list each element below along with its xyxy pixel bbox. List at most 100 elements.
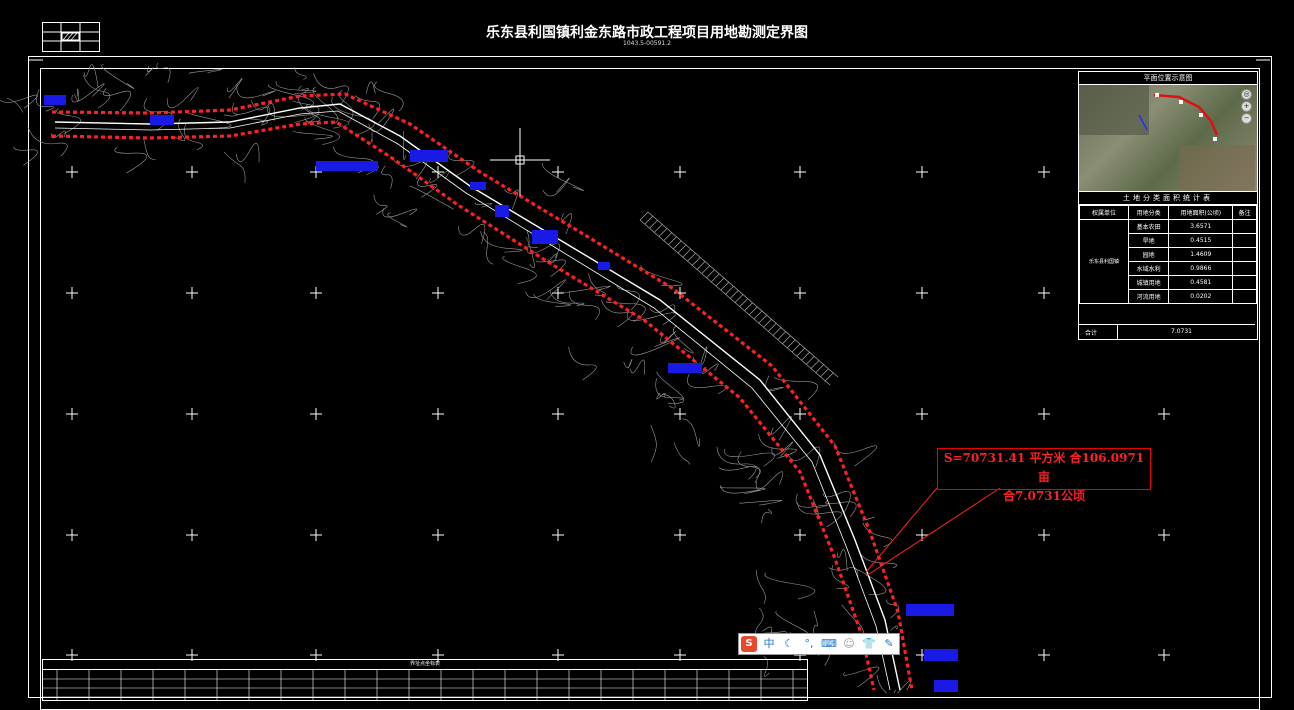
skin-icon[interactable]: 👕 [861, 636, 877, 652]
contour-line [770, 416, 792, 441]
stats-table-header: 土地分类面积统计表 [1079, 192, 1257, 205]
table-row: 乐东县利国镇 基本农田 3.6571 [1079, 219, 1257, 304]
grid-cross [432, 287, 444, 299]
coordinate-table-grid [43, 670, 807, 700]
contour-line [236, 143, 260, 163]
grid-cross [432, 529, 444, 541]
contour-line [739, 499, 782, 506]
grid-cross [1038, 408, 1050, 420]
contour-line [890, 625, 898, 631]
total-row: 合计 7.0731 [1079, 324, 1255, 339]
grid-cross [674, 408, 686, 420]
contour-line [223, 114, 238, 117]
grid-cross [916, 287, 928, 299]
area-cell: 0.0202 [1168, 289, 1234, 304]
road-centerline [54, 103, 901, 691]
contour-line [630, 337, 680, 356]
contour-line [640, 265, 683, 287]
contour-line [630, 359, 646, 375]
contour-line [483, 231, 494, 265]
col-header: 用地分类 [1127, 205, 1170, 220]
grid-cross [674, 166, 686, 178]
moon-icon[interactable]: ☾ [781, 636, 797, 652]
contour-line [673, 442, 690, 465]
area-cell: 3.6571 [1168, 219, 1234, 234]
coordinate-table-title: 界址点坐标表 [43, 660, 807, 670]
tools-icon[interactable]: ✎ [881, 636, 897, 652]
col-header: 权属单位 [1079, 205, 1129, 220]
grid-cross [66, 166, 78, 178]
water-bodies [44, 95, 958, 692]
contour-line [448, 151, 475, 177]
grid-cross [1038, 287, 1050, 299]
contour-line [720, 485, 760, 494]
grid-cross [66, 529, 78, 541]
contour-line [13, 146, 38, 166]
contour-line [374, 81, 404, 112]
note-cell [1232, 261, 1257, 276]
user-icon[interactable]: ☺ [841, 636, 857, 652]
grid-cross [66, 287, 78, 299]
grid-cross [432, 408, 444, 420]
contour-line [765, 375, 784, 391]
map-compass-icon[interactable]: ◎ [1241, 89, 1252, 100]
note-cell [1232, 233, 1257, 248]
grid-cross [552, 408, 564, 420]
divider [1117, 325, 1118, 339]
grid-cross [916, 166, 928, 178]
input-mode-toggle[interactable]: 中 [761, 636, 777, 652]
sogou-logo-icon[interactable]: S [741, 636, 757, 652]
contour-line [623, 358, 633, 369]
contour-line [409, 185, 454, 210]
grid-cross [552, 529, 564, 541]
contour-line [764, 572, 816, 600]
type-cell: 河流用地 [1127, 289, 1170, 304]
contour-line [755, 471, 784, 490]
zoom-in-icon[interactable]: + [1241, 101, 1252, 112]
railway-ticks [639, 211, 834, 382]
keyboard-icon[interactable]: ⌨ [821, 636, 837, 652]
grid-cross [66, 408, 78, 420]
area-cell: 0.4515 [1168, 233, 1234, 248]
cursor-crosshair [490, 128, 550, 196]
area-annotation-line2: 合7.0731公顷 [1003, 489, 1085, 503]
contour-line [682, 418, 700, 447]
grid-crosses [66, 166, 1170, 661]
contour-line [834, 442, 878, 467]
contour-line [143, 139, 156, 160]
grid-cross [1158, 649, 1170, 661]
inset-panel: 平面位置示意图 ◎ + − 土地分类面积统计表 权属单位 用地分类 用地面积(公… [1078, 71, 1258, 340]
contour-line [370, 132, 373, 143]
zoom-out-icon[interactable]: − [1241, 113, 1252, 124]
contour-line [292, 130, 333, 140]
total-value: 7.0731 [1171, 328, 1192, 335]
type-cell: 基本农田 [1127, 219, 1170, 234]
contour-line [297, 96, 321, 123]
location-satellite-map[interactable]: ◎ + − [1079, 85, 1257, 192]
contour-line [382, 208, 417, 218]
type-cell: 旱地 [1127, 233, 1170, 248]
contour-line [650, 424, 657, 463]
map-route [1079, 85, 1255, 191]
grid-cross [186, 287, 198, 299]
contour-line [103, 88, 132, 112]
grid-cross [310, 529, 322, 541]
note-cell [1232, 247, 1257, 262]
grid-cross [552, 166, 564, 178]
contour-line [720, 486, 766, 492]
contour-line [145, 65, 154, 76]
punctuation-icon[interactable]: °, [801, 636, 817, 652]
grid-cross [186, 529, 198, 541]
total-label: 合计 [1085, 330, 1098, 337]
contour-line [560, 285, 611, 293]
area-annotation: S=70731.41 平方米 合106.0971亩 合7.0731公顷 [937, 448, 1151, 503]
contour-line [27, 126, 68, 157]
ime-toolbar[interactable]: S 中 ☾ °, ⌨ ☺ 👕 ✎ [738, 633, 900, 655]
contour-line [114, 146, 147, 174]
grid-cross [794, 529, 806, 541]
grid-cross [1038, 166, 1050, 178]
contour-line [331, 97, 375, 136]
contour-line [656, 392, 666, 400]
contour-line [656, 371, 685, 404]
contour-line [166, 87, 199, 109]
